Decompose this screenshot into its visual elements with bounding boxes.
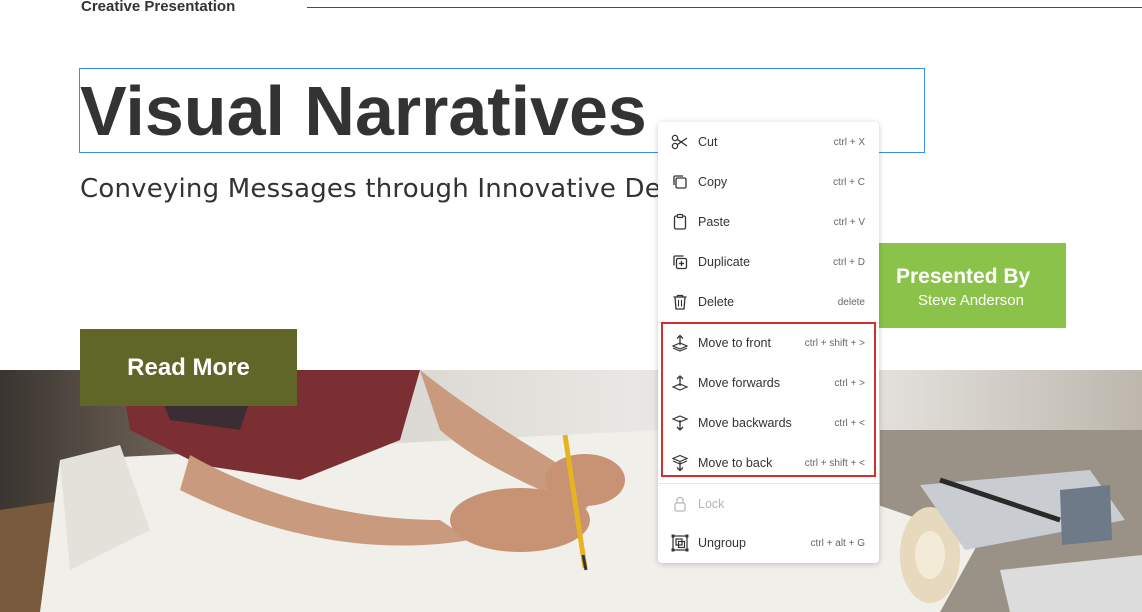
slide-subtitle[interactable]: Conveying Messages through Innovative De… (80, 174, 729, 204)
scissors-icon (671, 134, 688, 150)
menu-item-label: Move forwards (698, 376, 780, 390)
menu-item-shortcut: ctrl + shift + < (804, 457, 865, 469)
menu-item-shortcut: ctrl + < (834, 417, 865, 429)
bring-to-front-icon (671, 334, 689, 352)
clipboard-icon (673, 213, 687, 230)
menu-item-duplicate[interactable]: Duplicate ctrl + D (658, 242, 879, 282)
menu-item-shortcut: ctrl + X (833, 136, 865, 148)
menu-item-ungroup[interactable]: Ungroup ctrl + alt + G (658, 523, 879, 563)
copy-icon (673, 175, 687, 189)
menu-item-label: Lock (698, 497, 725, 511)
menu-item-label: Delete (698, 295, 735, 309)
slide-canvas[interactable]: Creative Presentation Visual Narratives … (0, 0, 1142, 612)
brand-title: Creative Presentation (81, 0, 236, 15)
header-divider (307, 7, 1142, 8)
presented-by-box[interactable]: Presented By Steve Anderson (879, 243, 1066, 328)
menu-item-lock[interactable]: Lock (658, 484, 879, 524)
slide-title[interactable]: Visual Narratives (80, 72, 647, 150)
menu-item-move-forwards[interactable]: Move forwards ctrl + > (658, 363, 879, 403)
menu-item-shortcut: ctrl + V (833, 216, 865, 228)
menu-item-move-to-back[interactable]: Move to back ctrl + shift + < (658, 443, 879, 483)
presented-by-label: Presented By (896, 265, 1031, 288)
menu-item-shortcut: ctrl + shift + > (804, 337, 865, 349)
send-to-back-icon (671, 454, 689, 472)
menu-item-copy[interactable]: Copy ctrl + C (658, 162, 879, 202)
lock-icon (674, 496, 686, 512)
menu-item-move-to-front[interactable]: Move to front ctrl + shift + > (658, 323, 879, 363)
background-photo[interactable] (0, 370, 1142, 612)
read-more-button[interactable]: Read More (80, 329, 297, 406)
photo-illustration (0, 370, 1142, 612)
menu-item-shortcut: ctrl + alt + G (810, 537, 865, 549)
menu-item-label: Duplicate (698, 255, 751, 269)
context-menu: Cut ctrl + X Copy ctrl + C Paste ctrl + … (658, 122, 879, 563)
menu-item-shortcut: ctrl + C (833, 176, 865, 188)
menu-item-label: Ungroup (698, 536, 746, 550)
ungroup-icon (671, 534, 689, 552)
menu-item-shortcut: ctrl + D (833, 256, 865, 268)
menu-item-cut[interactable]: Cut ctrl + X (658, 122, 879, 162)
menu-item-label: Cut (698, 135, 718, 149)
menu-item-shortcut: delete (837, 296, 865, 308)
send-backward-icon (671, 415, 689, 431)
menu-item-label: Paste (698, 215, 730, 229)
menu-item-paste[interactable]: Paste ctrl + V (658, 202, 879, 242)
trash-icon (673, 294, 687, 310)
bring-forward-icon (671, 375, 689, 391)
menu-item-label: Move to back (698, 456, 773, 470)
menu-item-label: Move backwards (698, 416, 792, 430)
menu-item-label: Move to front (698, 336, 771, 350)
menu-item-move-backwards[interactable]: Move backwards ctrl + < (658, 403, 879, 443)
presenter-name: Steve Anderson (918, 292, 1024, 309)
duplicate-icon (673, 255, 688, 270)
menu-item-delete[interactable]: Delete delete (658, 282, 879, 322)
menu-item-label: Copy (698, 175, 728, 189)
menu-item-shortcut: ctrl + > (834, 377, 865, 389)
